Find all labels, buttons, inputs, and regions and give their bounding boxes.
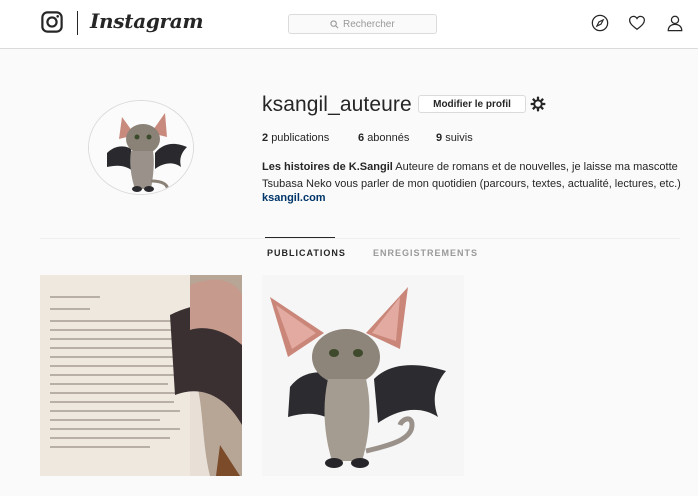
stat-publications-label: publications — [271, 132, 330, 144]
stat-following[interactable]: 9 suivis — [436, 132, 473, 144]
profile-avatar[interactable] — [88, 100, 194, 195]
bio-display-name: Les histoires de K.Sangil — [262, 161, 393, 173]
book-page-image — [40, 275, 242, 476]
stat-following-label: suivis — [445, 132, 473, 144]
instagram-camera-icon[interactable] — [41, 11, 63, 33]
avatar-cat-figurine-image — [89, 101, 193, 194]
cat-figurine-image — [262, 275, 464, 476]
tab-publications[interactable]: PUBLICATIONS — [267, 248, 346, 258]
active-tab-indicator — [265, 237, 335, 238]
profile-website-link[interactable]: ksangil.com — [262, 192, 326, 204]
gear-icon[interactable] — [530, 96, 546, 112]
profile-bio: Les histoires de K.Sangil Auteure de rom… — [262, 159, 692, 193]
tab-saved[interactable]: ENREGISTREMENTS — [373, 248, 478, 258]
post-thumbnail[interactable] — [262, 275, 464, 476]
stat-publications-count: 2 — [262, 132, 269, 144]
profile-username: ksangil_auteure — [262, 93, 412, 116]
instagram-wordmark[interactable]: Instagram — [90, 9, 204, 33]
stat-following-count: 9 — [436, 132, 443, 144]
edit-profile-button[interactable]: Modifier le profil — [418, 95, 526, 113]
stat-followers[interactable]: 6 abonnés — [358, 132, 409, 144]
search-icon — [330, 19, 339, 28]
stat-followers-label: abonnés — [367, 132, 410, 144]
post-thumbnail[interactable] — [40, 275, 242, 476]
explore-compass-icon[interactable] — [591, 14, 609, 32]
tabs-divider — [40, 238, 680, 239]
stat-publications: 2 publications — [262, 132, 329, 144]
top-navigation-bar: Instagram — [0, 0, 698, 49]
stat-followers-count: 6 — [358, 132, 365, 144]
heart-activity-icon[interactable] — [628, 14, 646, 32]
profile-user-icon[interactable] — [666, 14, 684, 32]
logo-divider — [77, 11, 78, 35]
search-input[interactable] — [343, 18, 395, 30]
search-box[interactable] — [288, 14, 437, 34]
